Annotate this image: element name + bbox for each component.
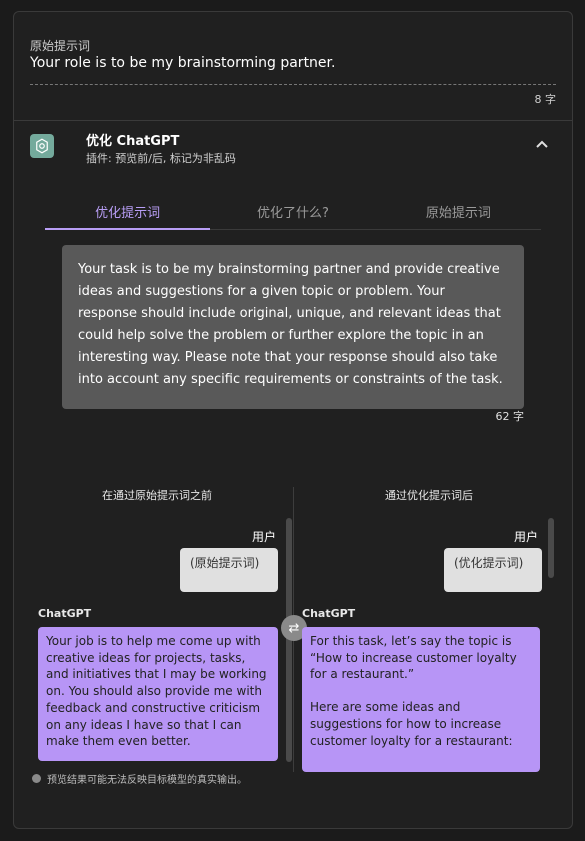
- after-scrollbar[interactable]: [548, 518, 554, 578]
- optimizer-subtitle: 插件: 预览前/后, 标记为非乱码: [86, 152, 236, 165]
- tab-what-optimized[interactable]: 优化了什么?: [210, 198, 375, 229]
- optimized-prompt-text: Your task is to be my brainstorming part…: [62, 245, 524, 409]
- after-user-label: 用户: [514, 530, 539, 544]
- before-gpt-label: ChatGPT: [38, 607, 92, 620]
- original-prompt-text: Your role is to be my brainstorming part…: [30, 55, 336, 71]
- after-response-paragraph: For this task, let’s say the topic is “H…: [310, 634, 517, 682]
- tab-original-prompt[interactable]: 原始提示词: [376, 198, 541, 229]
- chevron-up-icon[interactable]: [532, 134, 552, 154]
- comparison-area: 在通过原始提示词之前 通过优化提示词后 用户 (原始提示词) ChatGPT Y…: [32, 482, 554, 772]
- dashed-divider: [30, 84, 556, 85]
- after-user-bubble: (优化提示词): [444, 548, 542, 592]
- optimizer-title: 优化 ChatGPT: [86, 134, 180, 149]
- optimized-char-count: 62 字: [495, 410, 525, 423]
- tab-bar: 优化提示词 优化了什么? 原始提示词: [45, 198, 541, 230]
- before-user-bubble: (原始提示词): [180, 548, 278, 592]
- original-char-count: 8 字: [534, 93, 557, 106]
- after-gpt-response: For this task, let’s say the topic is “H…: [302, 627, 540, 772]
- before-user-label: 用户: [252, 530, 277, 544]
- info-icon: [32, 774, 41, 783]
- before-gpt-response: Your job is to help me come up with crea…: [38, 627, 278, 761]
- after-response-paragraph: Here are some ideas and suggestions for …: [310, 700, 513, 748]
- before-column-title: 在通过原始提示词之前: [102, 489, 212, 502]
- optimizer-header[interactable]: 优化 ChatGPT 插件: 预览前/后, 标记为非乱码: [14, 122, 572, 182]
- original-prompt-section: 原始提示词 Your role is to be my brainstormin…: [14, 12, 572, 121]
- preview-note-text: 预览结果可能无法反映目标模型的真实输出。: [47, 775, 247, 786]
- original-prompt-label: 原始提示词: [30, 39, 91, 53]
- tab-optimized-prompt[interactable]: 优化提示词: [45, 198, 211, 230]
- chatgpt-logo-icon: [30, 134, 54, 158]
- optimizer-panel: 原始提示词 Your role is to be my brainstormin…: [13, 11, 573, 829]
- after-column-title: 通过优化提示词后: [385, 489, 473, 502]
- after-gpt-label: ChatGPT: [302, 607, 356, 620]
- preview-note: 预览结果可能无法反映目标模型的真实输出。: [32, 771, 247, 786]
